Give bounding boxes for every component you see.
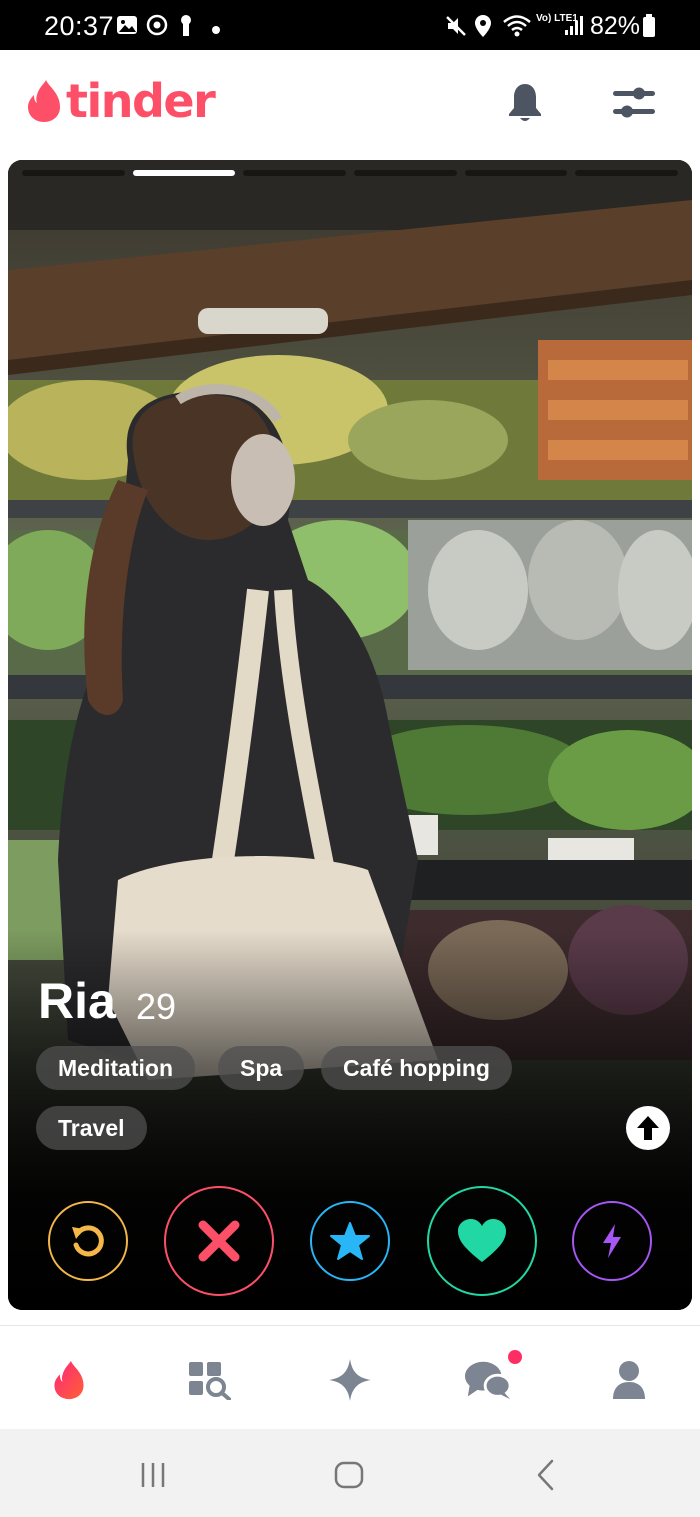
nav-profile[interactable] [605, 1356, 653, 1404]
photo-indicator [464, 170, 568, 176]
photo-indicator [243, 170, 347, 176]
tinder-logo[interactable]: tinder [26, 74, 216, 128]
nope-button[interactable] [164, 1186, 274, 1296]
sparkle-icon [329, 1359, 371, 1401]
rewind-icon [72, 1225, 104, 1257]
boost-button[interactable] [572, 1201, 652, 1281]
explore-icon [189, 1362, 231, 1400]
messages-badge [508, 1350, 522, 1364]
flame-logo-icon [28, 80, 60, 122]
super-like-button[interactable] [310, 1201, 390, 1281]
home-icon [334, 1461, 364, 1489]
arrow-up-icon [637, 1116, 659, 1140]
location-icon [474, 14, 492, 43]
mute-icon [444, 14, 468, 43]
profile-card[interactable]: Ria 29 Meditation Spa Café hopping Trave… [8, 160, 692, 1310]
nav-explore[interactable] [185, 1356, 233, 1404]
rewind-button[interactable] [48, 1201, 128, 1281]
filters-button[interactable] [609, 78, 659, 128]
notification-dot-icon [212, 21, 220, 39]
star-icon [330, 1222, 370, 1260]
logo-text: tinder [66, 74, 216, 128]
photo-progress [22, 170, 679, 178]
profile-info-button[interactable] [626, 1106, 670, 1150]
interest-chip: Travel [36, 1106, 147, 1150]
flame-icon [54, 1360, 84, 1400]
home-button[interactable] [329, 1455, 369, 1495]
profile-name: Ria [38, 973, 116, 1029]
nav-messages[interactable] [464, 1356, 512, 1404]
wifi-icon [502, 14, 532, 43]
app-header: tinder [0, 50, 700, 155]
bell-icon [509, 84, 541, 121]
camera-sync-icon [146, 14, 168, 41]
lightning-icon [603, 1224, 621, 1258]
battery-icon [642, 14, 656, 43]
nav-top-picks[interactable] [326, 1356, 374, 1404]
profile-icon [613, 1361, 645, 1399]
chat-icon [464, 1361, 512, 1400]
close-x-icon [198, 1220, 240, 1262]
back-icon [537, 1459, 554, 1491]
profile-age: 29 [136, 986, 177, 1027]
heart-icon [458, 1219, 506, 1262]
battery-percent: 82% [590, 12, 641, 40]
interest-chip: Café hopping [321, 1046, 512, 1090]
photo-indicator [22, 170, 125, 176]
interest-chip: Meditation [36, 1046, 195, 1090]
photo-indicator [575, 170, 679, 176]
nav-swipe[interactable] [45, 1356, 93, 1404]
photo-indicator [354, 170, 457, 176]
system-nav-bar [0, 1429, 700, 1517]
bottom-nav [0, 1325, 700, 1429]
photo-indicator-active [132, 170, 236, 176]
keyhole-icon [178, 14, 194, 43]
status-time: 20:37 [44, 11, 115, 41]
recents-button[interactable] [133, 1455, 173, 1495]
interest-chip: Spa [218, 1046, 305, 1090]
filter-sliders-icon [613, 87, 655, 118]
recents-icon [141, 1463, 165, 1487]
status-bar: 20:37 Vo) LTE1 82% [0, 0, 700, 50]
notifications-button[interactable] [500, 78, 550, 128]
like-button[interactable] [427, 1186, 537, 1296]
gallery-icon [116, 14, 138, 41]
signal-icon [564, 14, 584, 41]
back-button[interactable] [526, 1455, 566, 1495]
